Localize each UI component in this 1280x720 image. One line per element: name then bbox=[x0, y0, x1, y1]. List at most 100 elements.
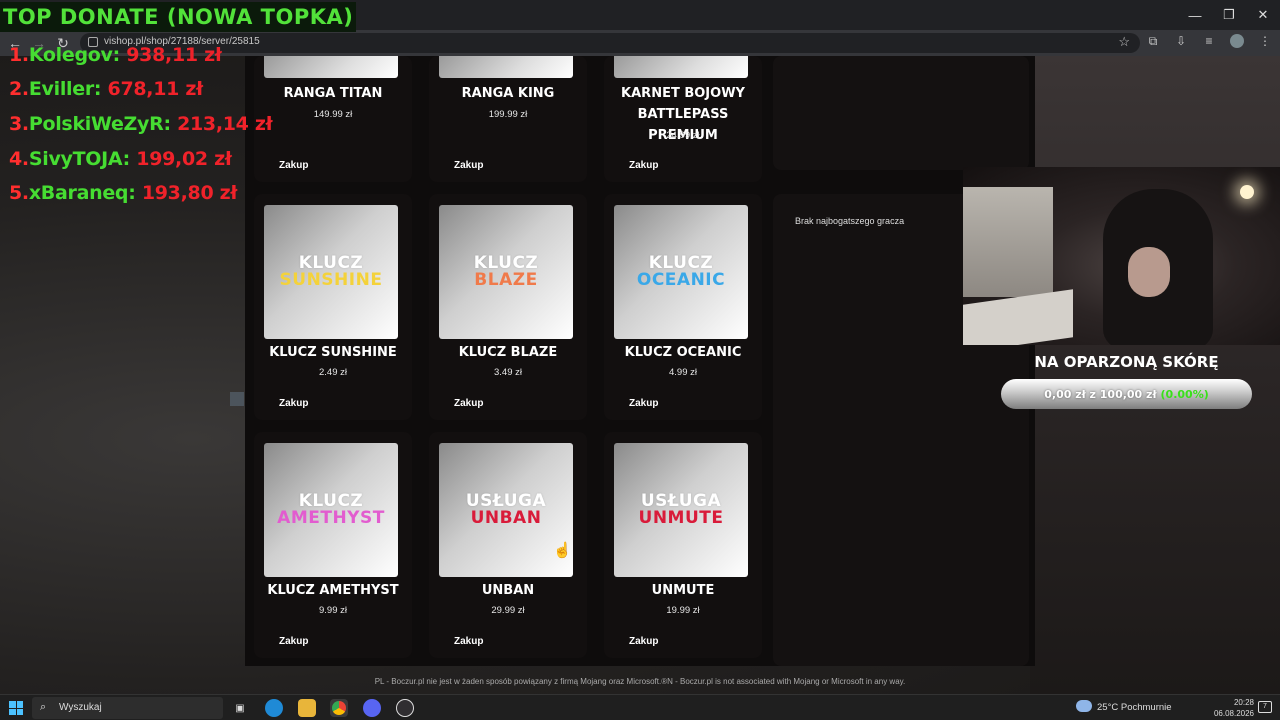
footer-disclaimer: PL - Boczur.pl nie jest w żaden sposób p… bbox=[374, 677, 906, 686]
notification-icon[interactable]: 7 bbox=[1258, 701, 1272, 713]
buy-button[interactable]: Zakup bbox=[629, 160, 658, 171]
product-name: UNMUTE bbox=[651, 583, 715, 598]
image-label-top: KLUCZ bbox=[473, 253, 539, 273]
top-donate-title: TOP DONATE (NOWA TOPKA) bbox=[0, 2, 357, 32]
donor-rank: 1. bbox=[9, 44, 29, 66]
product-card[interactable]: KLUCZ OCEANIC KLUCZ OCEANIC 4.99 zł Zaku… bbox=[604, 194, 762, 420]
extension-icons: ⧉ ⇩ ≡ ⋮ bbox=[1146, 34, 1272, 48]
background-right bbox=[1030, 56, 1280, 694]
search-icon: ⌕ bbox=[40, 701, 47, 713]
richest-player-text: Brak najbogatszego gracza bbox=[795, 216, 905, 226]
product-card[interactable]: KARNET BOJOWY BATTLEPASS PREMIUM 24.99 z… bbox=[604, 56, 762, 182]
minimize-button[interactable]: — bbox=[1178, 0, 1212, 30]
product-image bbox=[439, 56, 573, 78]
donation-goal-bar: 0,00 zł z 100,00 zł (0.00%) bbox=[1001, 379, 1252, 409]
weather-text: 25°C Pochmurnie bbox=[1097, 702, 1172, 713]
donor-row: 4.SivyTOJA: 199,02 zł bbox=[9, 148, 232, 170]
profile-avatar[interactable] bbox=[1230, 34, 1244, 48]
image-label-top: KLUCZ bbox=[298, 253, 364, 273]
product-image bbox=[614, 56, 748, 78]
bookmark-star-icon[interactable]: ☆ bbox=[1118, 34, 1130, 50]
webcam-background-wall bbox=[963, 187, 1053, 297]
product-card[interactable]: RANGA TITAN 149.99 zł Zakup bbox=[254, 56, 412, 182]
cloudy-weather-icon bbox=[1076, 700, 1092, 712]
donor-amount: 199,02 zł bbox=[136, 148, 232, 170]
donor-rank: 3. bbox=[9, 113, 29, 135]
buy-button[interactable]: Zakup bbox=[279, 636, 308, 647]
address-bar[interactable]: vishop.pl/shop/27188/server/25815 ☆ bbox=[80, 33, 1140, 53]
product-name: KLUCZ AMETHYST bbox=[267, 583, 399, 598]
image-label-bottom: UNBAN bbox=[470, 508, 542, 528]
product-price: 199.99 zł bbox=[488, 109, 528, 120]
buy-button[interactable]: Zakup bbox=[454, 160, 483, 171]
product-image: USŁUGA UNMUTE bbox=[614, 443, 748, 577]
product-name: KLUCZ BLAZE bbox=[458, 345, 558, 360]
product-name: UNBAN bbox=[481, 583, 535, 598]
product-card[interactable]: RANGA KING 199.99 zł Zakup bbox=[429, 56, 587, 182]
extensions-icon[interactable]: ⧉ bbox=[1146, 34, 1160, 48]
file-explorer-icon[interactable] bbox=[298, 699, 316, 717]
mouse-cursor-icon: ☝ bbox=[553, 542, 572, 559]
donor-amount: 213,14 zł bbox=[177, 113, 273, 135]
donor-row: 5.xBaraneq: 193,80 zł bbox=[9, 182, 237, 204]
download-icon[interactable]: ⇩ bbox=[1174, 34, 1188, 48]
webcam-feed bbox=[963, 167, 1280, 345]
taskbar-search[interactable]: ⌕ Wyszukaj bbox=[32, 697, 223, 719]
buy-button[interactable]: Zakup bbox=[629, 398, 658, 409]
buy-button[interactable]: Zakup bbox=[629, 636, 658, 647]
restore-button[interactable]: ❐ bbox=[1212, 0, 1246, 30]
product-card[interactable]: USŁUGA UNMUTE UNMUTE 19.99 zł Zakup bbox=[604, 432, 762, 658]
product-price: 9.99 zł bbox=[319, 605, 347, 616]
discord-icon[interactable] bbox=[363, 699, 381, 717]
product-image: KLUCZ BLAZE bbox=[439, 205, 573, 339]
side-panel-top bbox=[773, 56, 1029, 170]
menu-dots-icon[interactable]: ⋮ bbox=[1258, 34, 1272, 48]
buy-button[interactable]: Zakup bbox=[454, 636, 483, 647]
windows-start-icon[interactable] bbox=[9, 701, 23, 715]
image-label-bottom: UNMUTE bbox=[638, 508, 724, 528]
obs-icon[interactable] bbox=[396, 699, 414, 717]
buy-button[interactable]: Zakup bbox=[279, 398, 308, 409]
donor-rank: 5. bbox=[9, 182, 29, 204]
product-price: 4.99 zł bbox=[669, 367, 697, 378]
product-card[interactable]: KLUCZ SUNSHINE KLUCZ SUNSHINE 2.49 zł Za… bbox=[254, 194, 412, 420]
webcam-lamp bbox=[1240, 185, 1254, 199]
product-name: KLUCZ OCEANIC bbox=[624, 345, 742, 360]
product-name: RANGA TITAN bbox=[283, 86, 383, 101]
reading-list-icon[interactable]: ≡ bbox=[1202, 34, 1216, 48]
image-label-top: USŁUGA bbox=[465, 491, 547, 511]
clock-date: 06.08.2026 bbox=[1213, 709, 1254, 718]
donor-name: xBaraneq: bbox=[28, 182, 136, 204]
product-card[interactable]: KLUCZ BLAZE KLUCZ BLAZE 3.49 zł Zakup bbox=[429, 194, 587, 420]
product-name-line1: KARNET BOJOWY bbox=[621, 86, 745, 101]
task-view-icon[interactable]: ▣ bbox=[231, 699, 249, 717]
chrome-icon[interactable] bbox=[330, 699, 348, 717]
edge-icon[interactable] bbox=[265, 699, 283, 717]
clock-time: 20:28 bbox=[1233, 698, 1254, 707]
product-card[interactable]: KLUCZ AMETHYST KLUCZ AMETHYST 9.99 zł Za… bbox=[254, 432, 412, 658]
donor-name: Kolegov: bbox=[28, 44, 120, 66]
product-image: KLUCZ SUNSHINE bbox=[264, 205, 398, 339]
image-label-bottom: SUNSHINE bbox=[279, 270, 383, 290]
product-price: 3.49 zł bbox=[494, 367, 522, 378]
window-controls: — ❐ ✕ bbox=[1178, 0, 1280, 30]
image-label-top: KLUCZ bbox=[298, 491, 364, 511]
donor-row: 2.Eviller: 678,11 zł bbox=[9, 78, 203, 100]
buy-button[interactable]: Zakup bbox=[454, 398, 483, 409]
clock[interactable]: 20:28 06.08.2026 bbox=[1202, 697, 1254, 719]
close-button[interactable]: ✕ bbox=[1246, 0, 1280, 30]
product-name: RANGA KING bbox=[461, 86, 555, 101]
buy-button[interactable]: Zakup bbox=[279, 160, 308, 171]
image-label-top: USŁUGA bbox=[640, 491, 722, 511]
product-price: 24.99 zł bbox=[666, 130, 700, 141]
product-price: 2.49 zł bbox=[319, 367, 347, 378]
goal-percent-text: (0.00%) bbox=[1160, 387, 1209, 401]
donor-amount: 193,80 zł bbox=[141, 182, 238, 204]
product-price: 149.99 zł bbox=[313, 109, 353, 120]
product-name: KLUCZ SUNSHINE bbox=[269, 345, 397, 360]
image-label-bottom: OCEANIC bbox=[636, 270, 726, 290]
donor-rank: 4. bbox=[9, 148, 29, 170]
image-label-bottom: AMETHYST bbox=[277, 508, 385, 528]
product-price: 19.99 zł bbox=[666, 605, 700, 616]
webcam-desk bbox=[963, 289, 1073, 345]
